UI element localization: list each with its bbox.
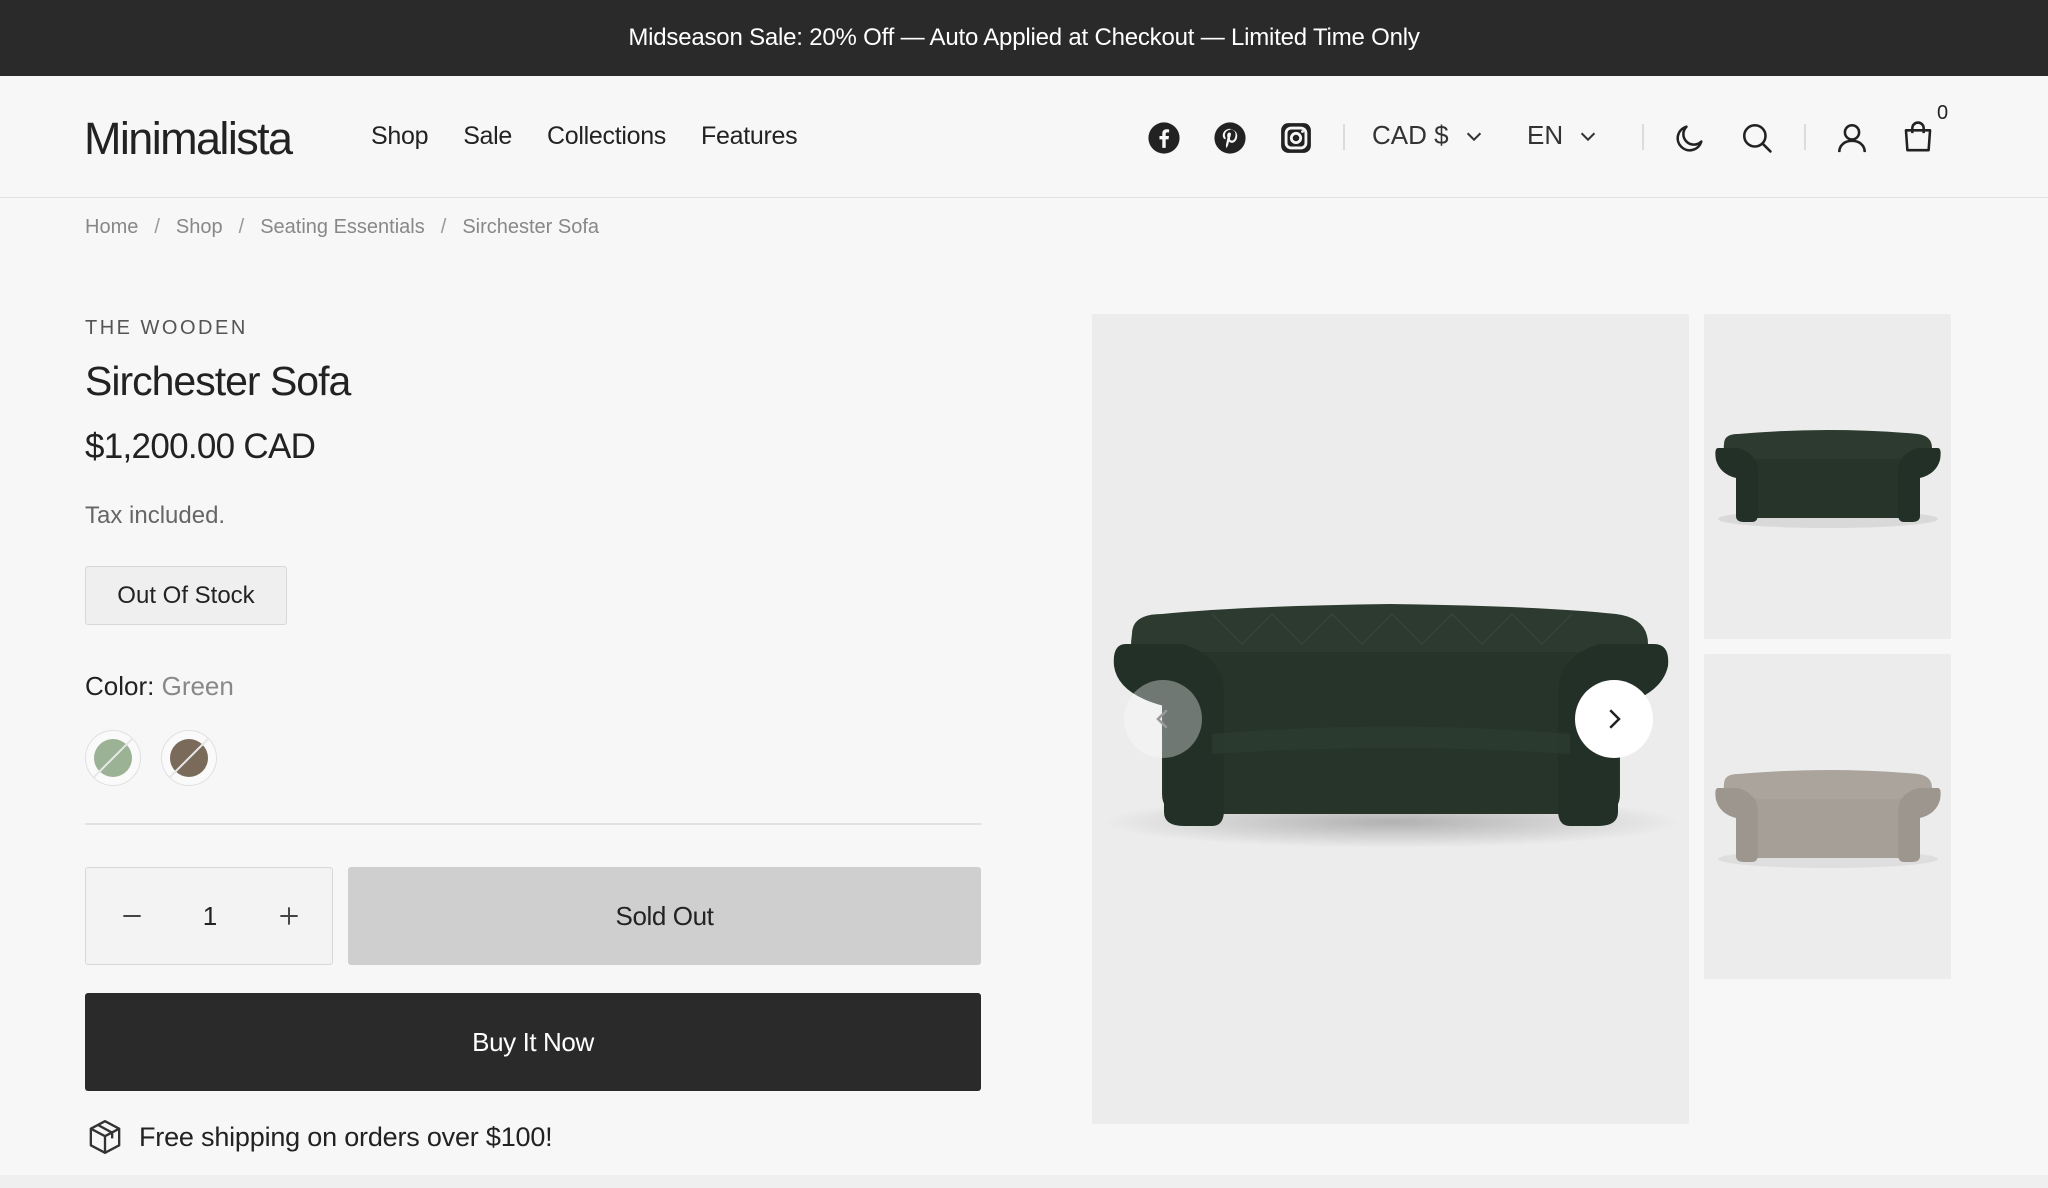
breadcrumb-collection[interactable]: Seating Essentials	[260, 216, 425, 239]
product-main-image[interactable]	[1092, 314, 1689, 1124]
moon-icon	[1676, 125, 1703, 152]
search-icon	[1742, 123, 1772, 153]
green-sofa-thumbnail	[1715, 430, 1941, 528]
color-label-text: Color:	[85, 671, 155, 701]
breadcrumb-shop[interactable]: Shop	[176, 216, 223, 239]
cart-count-badge: 0	[1937, 102, 1949, 124]
section-divider	[85, 823, 981, 825]
color-option-label: Color: Green	[85, 671, 234, 702]
cart-button[interactable]	[1900, 118, 1936, 154]
shipping-note: Free shipping on orders over $100!	[85, 1117, 553, 1157]
page-bottom-edge	[0, 1175, 2048, 1188]
breadcrumb-separator: /	[238, 216, 245, 238]
chevron-left-icon	[1156, 709, 1168, 729]
breadcrumb: Home / Shop / Seating Essentials / Sirch…	[85, 216, 599, 239]
minus-icon	[123, 915, 141, 917]
account-button[interactable]	[1834, 120, 1870, 156]
header-divider	[1642, 124, 1644, 150]
site-header: Minimalista Shop Sale Collections Featur…	[0, 76, 2048, 198]
grey-sofa-thumbnail	[1715, 770, 1941, 868]
carousel-next-button[interactable]	[1575, 680, 1653, 758]
breadcrumb-home[interactable]: Home	[85, 216, 138, 239]
nav-item-features[interactable]: Features	[701, 122, 798, 151]
shipping-note-text: Free shipping on orders over $100!	[139, 1121, 553, 1152]
facebook-icon[interactable]	[1146, 120, 1182, 156]
main-nav: Shop Sale Collections Features	[371, 122, 798, 151]
swatch-brown[interactable]	[161, 730, 217, 786]
language-label: EN	[1527, 120, 1564, 150]
chevron-right-icon	[1609, 709, 1621, 729]
color-selected-value: Green	[161, 671, 234, 701]
stock-status-badge: Out Of Stock	[85, 566, 287, 625]
search-button[interactable]	[1739, 120, 1775, 156]
buy-it-now-button[interactable]: Buy It Now	[85, 993, 981, 1091]
breadcrumb-current: Sirchester Sofa	[462, 216, 600, 238]
pinterest-icon[interactable]	[1212, 120, 1248, 156]
nav-item-sale[interactable]: Sale	[463, 122, 512, 151]
thumbnail-green-sofa[interactable]	[1704, 314, 1951, 639]
product-title: Sirchester Sofa	[85, 358, 351, 404]
currency-label: CAD $	[1372, 120, 1449, 150]
announcement-bar: Midseason Sale: 20% Off — Auto Applied a…	[0, 0, 2048, 76]
header-divider	[1804, 124, 1806, 150]
nav-item-shop[interactable]: Shop	[371, 122, 428, 151]
dark-mode-toggle[interactable]	[1672, 120, 1708, 156]
product-price: $1,200.00 CAD	[85, 427, 316, 466]
chevron-down-icon	[1580, 132, 1596, 141]
shopping-bag-icon	[1904, 121, 1932, 152]
carousel-prev-button[interactable]	[1124, 680, 1202, 758]
quantity-increase-button[interactable]	[271, 898, 307, 934]
user-icon	[1837, 123, 1867, 153]
instagram-icon[interactable]	[1278, 120, 1314, 156]
site-logo[interactable]: Minimalista	[84, 113, 293, 165]
quantity-input[interactable]	[176, 896, 244, 936]
language-selector[interactable]: EN	[1527, 120, 1599, 151]
plus-icon	[280, 907, 298, 925]
quantity-decrease-button[interactable]	[114, 898, 150, 934]
breadcrumb-separator: /	[440, 216, 447, 238]
thumbnail-grey-sofa[interactable]	[1704, 654, 1951, 979]
swatch-green[interactable]	[85, 730, 141, 786]
header-divider	[1343, 124, 1345, 150]
package-icon	[89, 1120, 121, 1154]
breadcrumb-separator: /	[154, 216, 160, 238]
sold-out-button[interactable]: Sold Out	[348, 867, 981, 965]
currency-selector[interactable]: CAD $	[1372, 120, 1485, 151]
nav-item-collections[interactable]: Collections	[547, 122, 666, 151]
chevron-down-icon	[1466, 132, 1481, 141]
product-vendor: THE WOODEN	[85, 317, 248, 339]
tax-note: Tax included.	[85, 502, 226, 529]
quantity-stepper	[85, 867, 333, 965]
